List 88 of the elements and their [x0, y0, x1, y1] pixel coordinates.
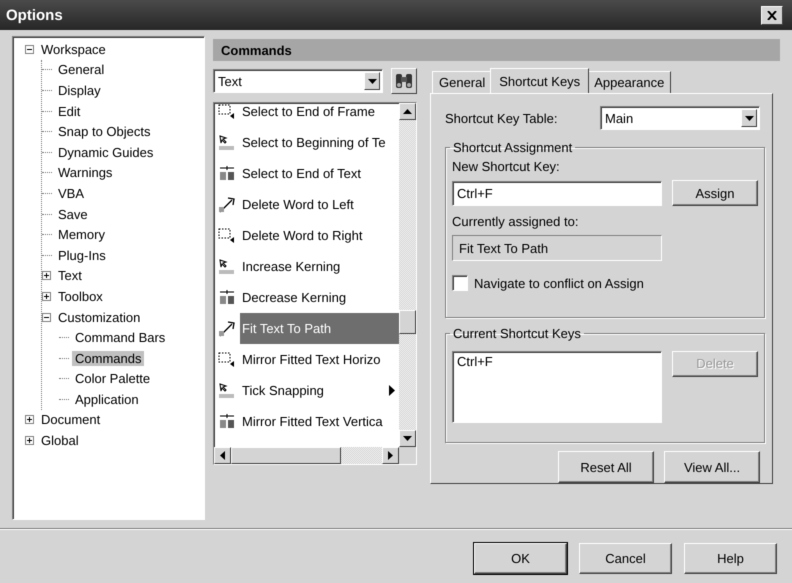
field-label: Currently assigned to:	[452, 214, 580, 229]
assigned-field: Fit Text To Path	[452, 235, 662, 261]
shortcut-item[interactable]: Ctrl+F	[457, 354, 657, 369]
right-arrow-icon	[388, 451, 393, 460]
scroll-down-button[interactable]	[399, 430, 416, 447]
command-icon	[217, 132, 237, 152]
command-item[interactable]: Delete Word to Right	[240, 220, 399, 251]
assign-button[interactable]: Assign	[672, 180, 758, 206]
caret-icon	[744, 116, 754, 120]
horizontal-scrollbar[interactable]	[214, 447, 399, 464]
close-button[interactable]	[761, 6, 783, 24]
scrollbar-thumb[interactable]	[399, 310, 416, 334]
dialog-button[interactable]: Help	[684, 543, 777, 574]
submenu-arrow-icon	[389, 385, 395, 396]
tree-item[interactable]: Command Bars	[72, 330, 168, 346]
close-icon	[767, 10, 777, 20]
command-item[interactable]: Select to End of Frame	[240, 103, 399, 127]
expand-icon[interactable]	[25, 436, 34, 446]
tree-item[interactable]: General	[55, 62, 108, 78]
find-button[interactable]	[391, 68, 417, 94]
command-item[interactable]: Select to End of Text	[240, 158, 399, 189]
checkbox[interactable]	[452, 275, 468, 291]
tree-item[interactable]: Commands	[72, 350, 144, 366]
tree-item[interactable]: Save	[55, 206, 91, 222]
command-item[interactable]: Mirror Fitted Text Horizo	[240, 344, 399, 375]
vertical-scrollbar[interactable]	[399, 103, 416, 447]
left-arrow-icon	[220, 451, 225, 460]
up-arrow-icon	[403, 109, 412, 114]
command-item[interactable]: Select to Beginning of Te	[240, 127, 399, 158]
expand-icon[interactable]	[42, 271, 51, 280]
tree-item[interactable]: Document	[38, 412, 104, 428]
command-item[interactable]: Fit Text To Path	[240, 313, 399, 344]
group-title: Current Shortcut Keys	[452, 326, 582, 341]
tab[interactable]: Shortcut Keys	[490, 68, 590, 93]
scroll-right-button[interactable]	[382, 447, 399, 464]
caret-icon	[368, 78, 376, 84]
shortcut-table-dropdown[interactable]: Main	[600, 106, 760, 130]
tree-item[interactable]: Color Palette	[72, 371, 154, 386]
tree-item[interactable]: Memory	[55, 227, 108, 242]
panel-button[interactable]: View All...	[664, 451, 760, 483]
shortcut-input[interactable]: Ctrl+F	[452, 180, 662, 206]
caret-icon	[403, 436, 412, 441]
command-item[interactable]: Decrease Kerning	[240, 282, 399, 313]
group-title: Shortcut Assignment	[452, 140, 574, 155]
tab[interactable]: General	[432, 71, 492, 93]
tree-item[interactable]: Display	[55, 82, 104, 98]
tree-item[interactable]: Application	[72, 392, 142, 407]
tab[interactable]: Appearance	[587, 71, 672, 93]
command-item[interactable]: Mirror Fitted Text Vertica	[240, 406, 399, 437]
command-item[interactable]: Tick Snapping	[240, 375, 399, 406]
category-dropdown[interactable]: Text	[213, 69, 383, 93]
command-icon	[217, 226, 237, 246]
command-icon	[217, 380, 237, 400]
tree-item[interactable]: Warnings	[55, 165, 116, 180]
command-item[interactable]: Increase Kerning	[240, 251, 399, 282]
collapse-icon[interactable]	[42, 312, 51, 322]
tree-item[interactable]: Dynamic Guides	[55, 144, 156, 160]
tree-item[interactable]: VBA	[55, 186, 88, 201]
tree-item[interactable]: Text	[55, 268, 85, 284]
checkbox-label[interactable]: Navigate to conflict on Assign	[474, 276, 644, 290]
collapse-icon[interactable]	[25, 44, 34, 54]
scroll-up-button[interactable]	[399, 103, 416, 120]
tree-item[interactable]: Toolbox	[55, 288, 106, 304]
tree-item[interactable]: Customization	[55, 310, 144, 325]
section-header: Commands	[213, 39, 780, 61]
command-icon	[217, 194, 237, 214]
expand-icon[interactable]	[42, 292, 51, 301]
tree-item[interactable]: Workspace	[38, 42, 109, 57]
window-title: Options	[6, 6, 63, 24]
tree-item[interactable]: Snap to Objects	[55, 124, 154, 140]
panel-button[interactable]: Reset All	[558, 451, 654, 483]
scrollbar-corner	[399, 447, 416, 464]
dialog-button[interactable]: Cancel	[579, 543, 672, 574]
expand-icon[interactable]	[25, 415, 34, 424]
command-icon	[217, 103, 237, 122]
binoculars-icon	[394, 72, 414, 90]
field-label: Shortcut Key Table:	[445, 110, 558, 126]
command-item[interactable]: Delete Word to Left	[240, 189, 399, 220]
scroll-left-button[interactable]	[214, 447, 231, 464]
command-icon	[217, 350, 237, 370]
tree-item[interactable]: Global	[38, 433, 82, 448]
dialog-button[interactable]: OK	[474, 543, 567, 574]
scrollbar-thumb[interactable]	[231, 447, 341, 464]
tree-item[interactable]: Edit	[55, 104, 84, 119]
command-icon	[217, 256, 237, 276]
tree-item[interactable]: Plug-Ins	[55, 248, 109, 263]
command-icon	[217, 318, 237, 338]
field-label: New Shortcut Key:	[452, 159, 561, 174]
